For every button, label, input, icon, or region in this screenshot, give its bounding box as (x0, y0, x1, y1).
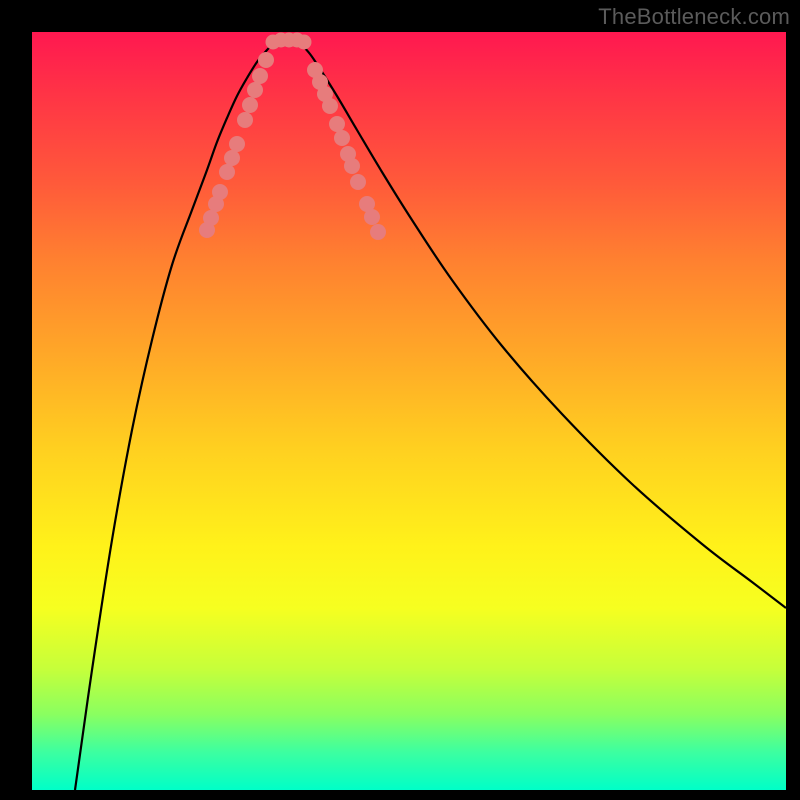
data-marker (370, 224, 386, 240)
data-marker (252, 68, 268, 84)
watermark-text: TheBottleneck.com (598, 4, 790, 30)
data-marker (242, 97, 258, 113)
data-marker (364, 209, 380, 225)
data-marker (237, 112, 253, 128)
curve-left-curve (75, 42, 275, 790)
data-marker (350, 174, 366, 190)
chart-svg (32, 32, 786, 790)
chart-curves (75, 42, 786, 790)
data-marker (212, 184, 228, 200)
chart-markers (199, 33, 386, 241)
chart-frame: TheBottleneck.com (0, 0, 800, 800)
data-marker (297, 35, 312, 50)
data-marker (203, 210, 219, 226)
data-marker (322, 98, 338, 114)
data-marker (224, 150, 240, 166)
data-marker (247, 82, 263, 98)
data-marker (229, 136, 245, 152)
curve-right-curve (299, 42, 786, 608)
data-marker (344, 158, 360, 174)
chart-plot-area (32, 32, 786, 790)
data-marker (334, 130, 350, 146)
data-marker (219, 164, 235, 180)
data-marker (329, 116, 345, 132)
data-marker (258, 52, 274, 68)
